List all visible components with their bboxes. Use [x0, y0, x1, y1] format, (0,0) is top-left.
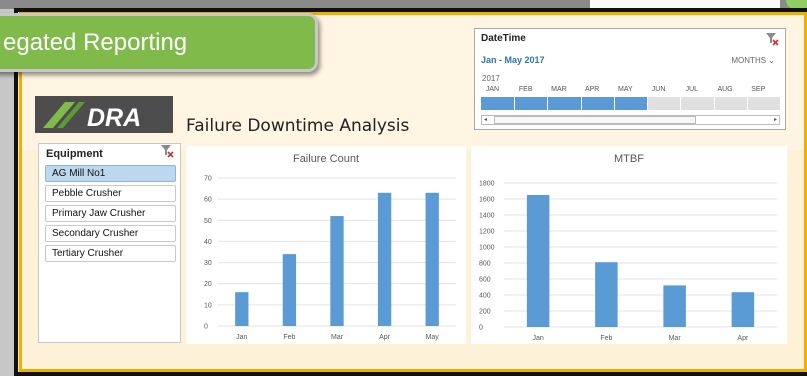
- logo-text: DRA: [87, 104, 141, 132]
- timeline-month-apr[interactable]: APR: [575, 86, 610, 93]
- scroll-right-icon[interactable]: ▸: [774, 116, 777, 124]
- y-tick-label: 1000: [479, 245, 495, 252]
- y-tick-label: 1200: [479, 229, 495, 236]
- bar-feb: [282, 254, 297, 326]
- bar-apr: [377, 192, 392, 326]
- x-tick-label: Feb: [600, 335, 612, 342]
- timeline-level-dropdown[interactable]: MONTHS ⌄: [731, 56, 775, 65]
- x-tick-label: Mar: [331, 334, 344, 341]
- y-tick-label: 30: [204, 260, 212, 267]
- y-tick-label: 400: [479, 293, 491, 300]
- timeline-scrollbar[interactable]: ◂ ▸: [481, 115, 780, 125]
- chart-title: Failure Count: [293, 153, 359, 165]
- reporting-banner: egated Reporting: [0, 13, 318, 72]
- timeline-divider: [514, 97, 516, 110]
- scroll-left-icon[interactable]: ◂: [484, 116, 487, 124]
- timeline-selection[interactable]: [481, 97, 648, 110]
- x-tick-label: May: [426, 334, 440, 341]
- y-tick-label: 10: [204, 302, 212, 309]
- y-tick-label: 0: [479, 325, 483, 332]
- x-tick-label: Jan: [532, 335, 543, 342]
- chevron-down-icon: ⌄: [768, 56, 775, 65]
- slicer-item-pebble-crusher[interactable]: Pebble Crusher: [45, 185, 176, 202]
- timeline-divider: [680, 97, 682, 110]
- timeline-divider: [547, 97, 549, 110]
- failure-count-chart: Failure Count 0 10 20 30 40 50 60 70 Jan Feb Mar Apr…: [186, 146, 466, 344]
- timeline-divider: [647, 97, 649, 110]
- y-tick-label: 200: [479, 309, 491, 316]
- banner-title: egated Reporting: [3, 29, 188, 56]
- y-tick-label: 1400: [479, 213, 495, 220]
- bar-feb: [595, 262, 618, 327]
- bar-apr: [731, 292, 755, 327]
- slicer-header: Equipment: [46, 148, 103, 160]
- y-tick-label: 50: [204, 218, 212, 225]
- x-tick-label: Mar: [669, 335, 682, 342]
- failure-count-chart-svg: Failure Count 0 10 20 30 40 50 60 70 Jan Feb Mar Apr…: [204, 153, 456, 341]
- timeline-divider: [713, 97, 715, 110]
- y-tick-label: 800: [479, 261, 491, 268]
- slicer-item-primary-jaw-crusher[interactable]: Primary Jaw Crusher: [45, 205, 176, 222]
- bar-jan: [235, 292, 249, 326]
- logo-mark: DRA: [43, 102, 141, 132]
- x-tick-label: Apr: [379, 334, 391, 341]
- timeline-month-jun[interactable]: JUN: [641, 86, 676, 93]
- y-tick-label: 1800: [479, 181, 495, 188]
- bar-jan: [526, 195, 550, 327]
- page-title: Failure Downtime Analysis: [186, 116, 410, 136]
- mtbf-chart: MTBF 0 200 400 600 800 1000 1200 1400 1600 1800 Jan…: [471, 146, 787, 344]
- timeline-level-label: MONTHS: [731, 56, 767, 65]
- equipment-slicer: Equipment AG Mill No1 Pebble Crusher Pri…: [38, 143, 181, 343]
- timeline-month-may[interactable]: MAY: [608, 86, 643, 93]
- slicer-item-ag-mill-no1[interactable]: AG Mill No1: [45, 165, 176, 182]
- y-tick-label: 600: [479, 277, 491, 284]
- scroll-thumb[interactable]: [494, 116, 696, 124]
- mtbf-chart-svg: MTBF 0 200 400 600 800 1000 1200 1400 1600 1800 Jan…: [479, 153, 777, 342]
- y-tick-label: 70: [204, 176, 212, 183]
- slicer-item-secondary-crusher[interactable]: Secondary Crusher: [45, 225, 176, 242]
- timeline-month-jul[interactable]: JUL: [674, 86, 709, 93]
- y-tick-label: 60: [204, 197, 212, 204]
- timeline-range: Jan - May 2017: [481, 55, 545, 65]
- bar-may: [425, 192, 439, 326]
- timeline-month-jan[interactable]: JAN: [475, 86, 510, 93]
- y-tick-label: 20: [204, 281, 212, 288]
- timeline-month-aug[interactable]: AUG: [708, 86, 743, 93]
- x-tick-label: Jan: [236, 334, 247, 341]
- timeline-month-feb[interactable]: FEB: [508, 86, 543, 93]
- slicer-item-tertiary-crusher[interactable]: Tertiary Crusher: [45, 245, 176, 262]
- y-tick-label: 1600: [479, 197, 495, 204]
- timeline-bar[interactable]: [481, 97, 780, 110]
- y-tick-label: 40: [204, 239, 212, 246]
- chart-title: MTBF: [614, 153, 644, 165]
- x-tick-label: Feb: [283, 334, 295, 341]
- x-tick-label: Apr: [737, 335, 749, 342]
- company-logo: DRA: [35, 96, 173, 133]
- y-tick-label: 0: [204, 324, 208, 331]
- timeline-clear-filter-icon[interactable]: [765, 32, 779, 46]
- bar-mar: [663, 285, 686, 327]
- timeline-divider: [580, 97, 582, 110]
- bar-mar: [330, 216, 344, 326]
- timeline-title: DateTime: [481, 33, 526, 44]
- timeline-month-sep[interactable]: SEP: [741, 86, 776, 93]
- timeline-year: 2017: [482, 74, 500, 83]
- timeline-divider: [613, 97, 615, 110]
- timeline-month-mar[interactable]: MAR: [541, 86, 576, 93]
- timeline-divider: [746, 97, 748, 110]
- datetime-timeline: DateTime Jan - May 2017 MONTHS ⌄ 2017 JA…: [474, 28, 786, 130]
- clear-filter-icon[interactable]: [160, 144, 174, 158]
